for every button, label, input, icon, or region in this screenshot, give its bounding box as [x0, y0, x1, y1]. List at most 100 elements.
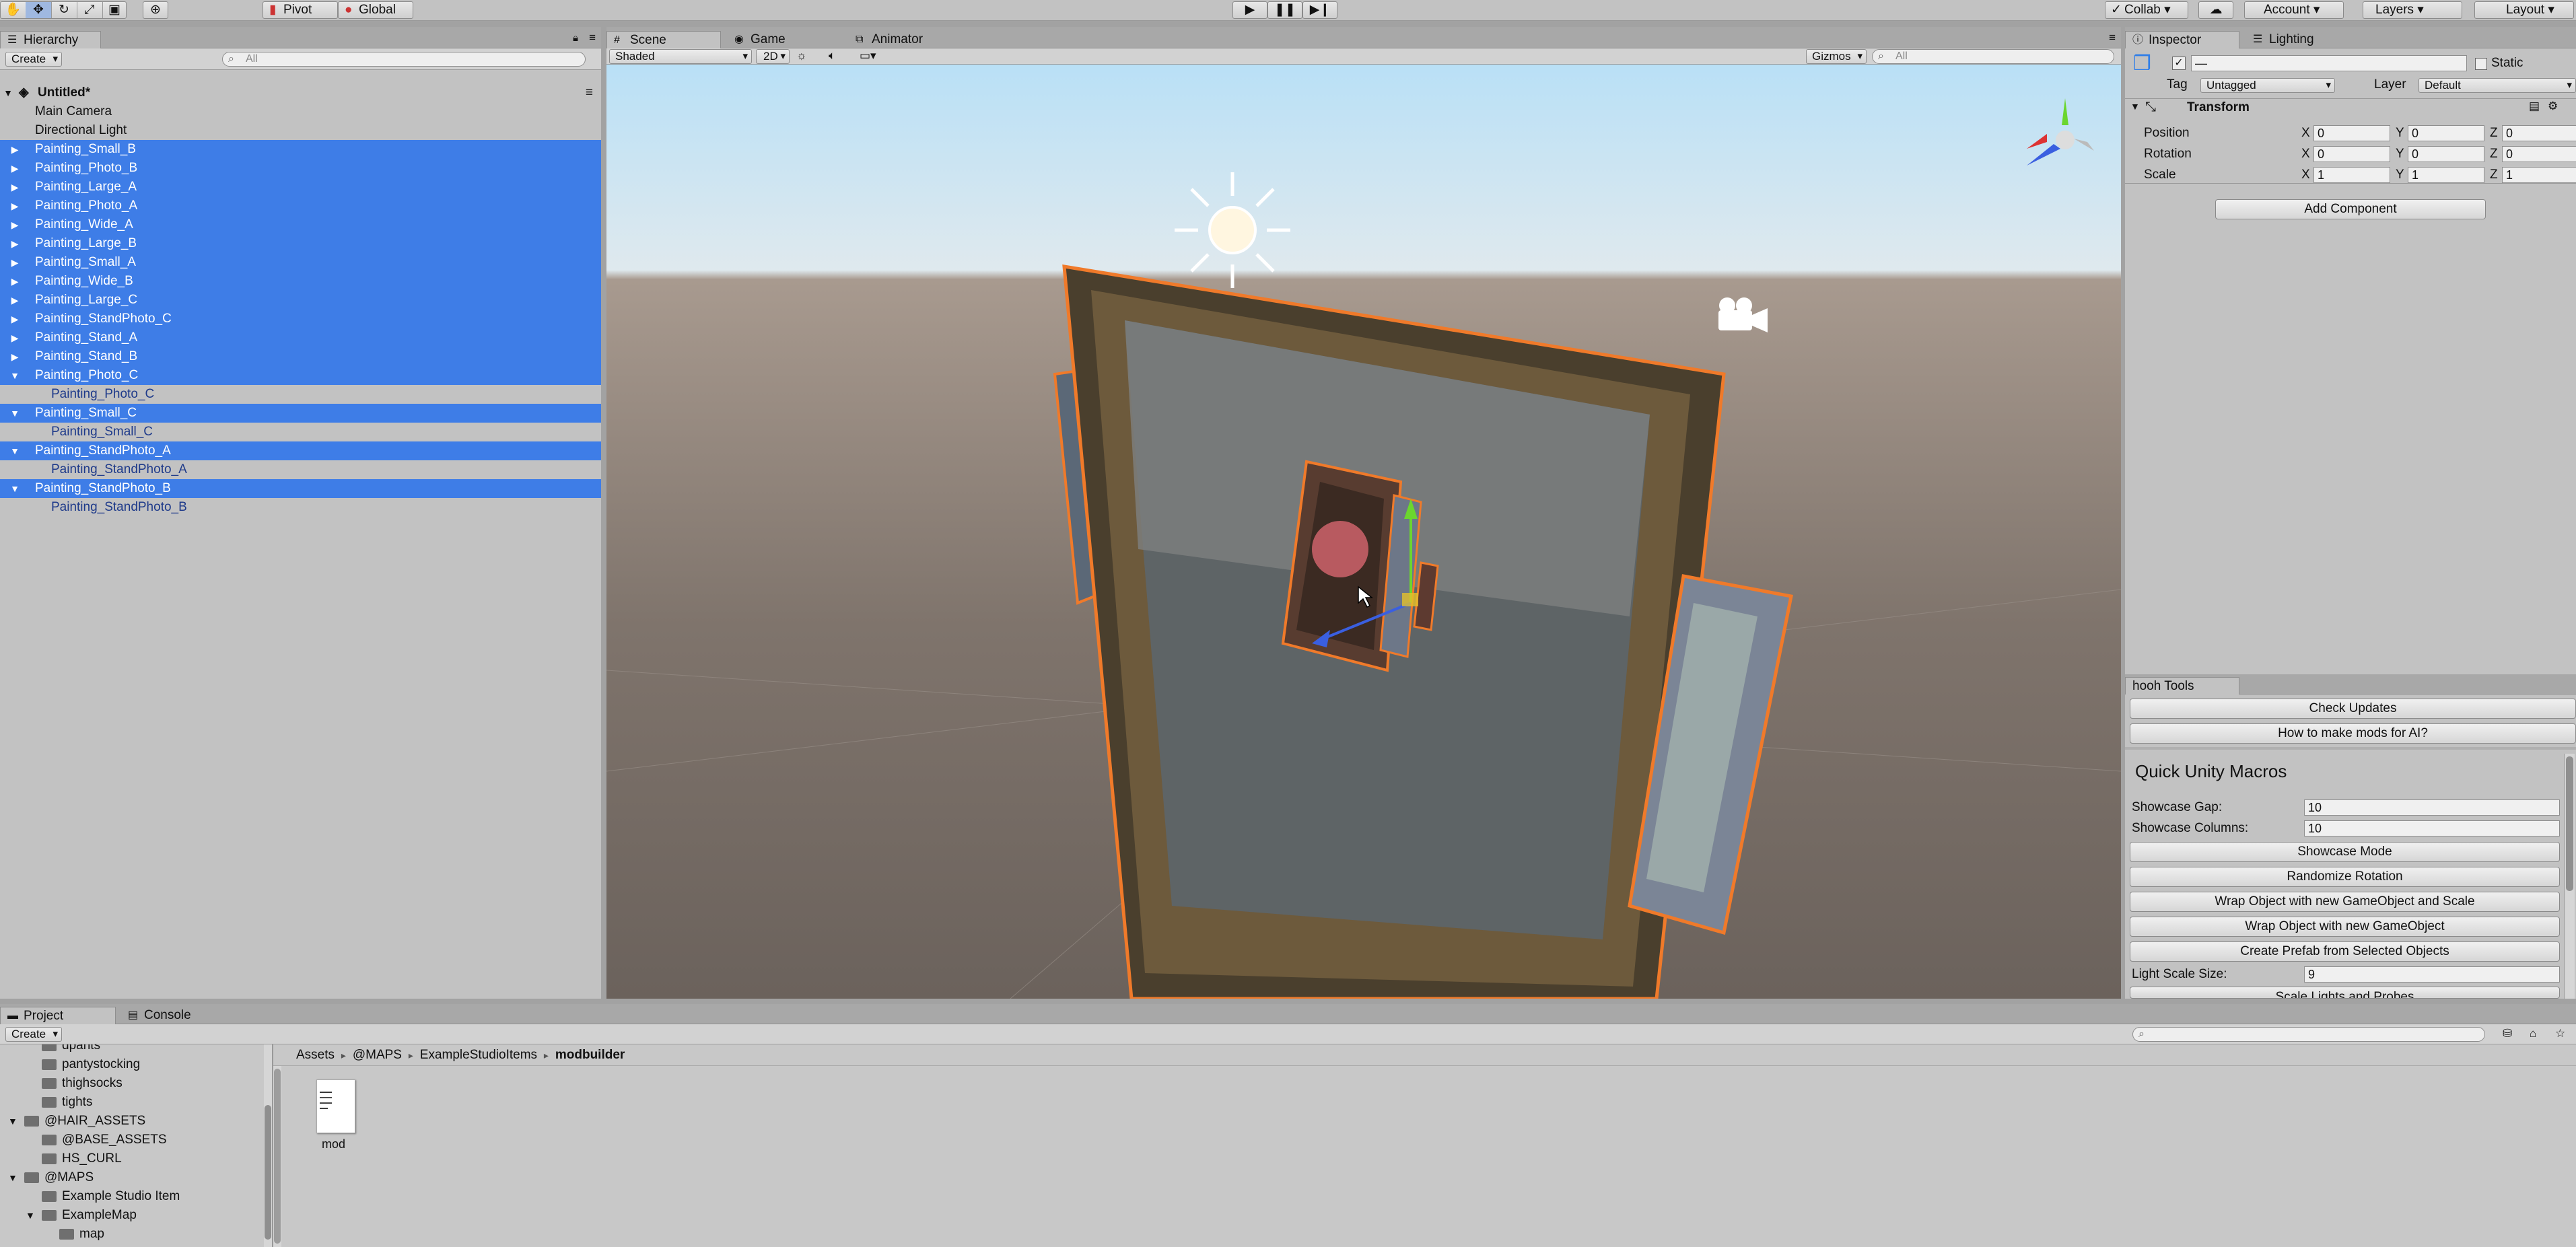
expand-arrow-icon[interactable]: ▶ — [8, 253, 22, 272]
collab-dropdown[interactable]: ✓ Collab ▾ — [2105, 1, 2188, 19]
scale-y-input[interactable]: 1 — [2408, 167, 2484, 183]
add-component-button[interactable]: Add Component — [2215, 199, 2486, 219]
expand-arrow-icon[interactable]: ▶ — [8, 140, 22, 159]
light-toggle-icon[interactable]: ☼ — [796, 49, 807, 63]
expand-arrow-icon[interactable]: ▶ — [8, 215, 22, 234]
hierarchy-child-row[interactable]: Painting_StandPhoto_A — [0, 460, 601, 479]
layer-dropdown[interactable]: Default — [2418, 78, 2576, 93]
static-checkbox[interactable] — [2475, 58, 2487, 70]
expand-arrow-icon[interactable]: ▼ — [8, 404, 22, 423]
gizmos-dropdown[interactable]: Gizmos — [1806, 49, 1867, 64]
gizmo-center[interactable] — [1402, 593, 1418, 606]
tab-hierarchy[interactable]: ☰ Hierarchy — [0, 31, 101, 48]
step-button[interactable]: ▶❙ — [1302, 1, 1337, 19]
scene-viewport[interactable] — [606, 65, 2121, 999]
tab-hooh-tools[interactable]: hooh Tools — [2125, 677, 2239, 694]
lock-icon[interactable]: 🔒︎ — [573, 32, 578, 44]
tab-animator[interactable]: ⧉ Animator — [849, 31, 983, 48]
project-create-dropdown[interactable]: Create — [5, 1027, 62, 1042]
pivot-toggle[interactable]: ▮ Pivot — [263, 1, 338, 19]
scene-menu-icon[interactable]: ≡ — [586, 83, 593, 102]
tab-lighting[interactable]: ☰ Lighting — [2246, 31, 2361, 48]
rotation-z-input[interactable]: 0 — [2502, 146, 2576, 162]
settings-icon[interactable]: ⚙ — [2548, 100, 2558, 113]
showcase-gap-input[interactable]: 10 — [2304, 799, 2560, 816]
wrap-scale-button[interactable]: Wrap Object with new GameObject and Scal… — [2130, 892, 2560, 912]
wrap-button[interactable]: Wrap Object with new GameObject — [2130, 917, 2560, 937]
assets-scrollbar-thumb[interactable] — [274, 1069, 281, 1244]
collapse-arrow-icon[interactable]: ▼ — [2130, 101, 2140, 112]
hierarchy-row[interactable]: Directional Light — [0, 121, 601, 140]
expand-arrow-icon[interactable]: ▼ — [8, 1168, 18, 1187]
filter-type-icon[interactable]: ⛁ — [2503, 1027, 2512, 1040]
tab-inspector[interactable]: ⓘ Inspector — [2125, 31, 2239, 48]
hierarchy-row[interactable]: ▶ Painting_Photo_A — [0, 197, 601, 215]
scale-x-input[interactable]: 1 — [2313, 167, 2390, 183]
hierarchy-row[interactable]: ▶ Painting_Wide_A — [0, 215, 601, 234]
play-button[interactable]: ▶ — [1232, 1, 1267, 19]
showcase-mode-button[interactable]: Showcase Mode — [2130, 842, 2560, 862]
hierarchy-child-row[interactable]: Painting_StandPhoto_B — [0, 498, 601, 517]
expand-arrow-icon[interactable]: ▼ — [1, 83, 15, 102]
hierarchy-row[interactable]: ▶ Painting_Stand_A — [0, 328, 601, 347]
orientation-gizmo[interactable] — [2027, 98, 2094, 166]
scene-search-input[interactable]: ⌕ All — [1872, 49, 2114, 64]
folder-tree-item[interactable]: ▼ @MAPS — [8, 1168, 94, 1187]
hierarchy-child-row[interactable]: Painting_Photo_C — [0, 385, 601, 404]
folder-tree-item[interactable]: HS_CURL — [42, 1149, 122, 1168]
scale-z-input[interactable]: 1 — [2502, 167, 2576, 183]
expand-arrow-icon[interactable]: ▶ — [8, 328, 22, 347]
hierarchy-row[interactable]: ▶ Painting_Large_C — [0, 291, 601, 310]
effects-dropdown-icon[interactable]: ▭▾ — [860, 49, 876, 63]
hierarchy-search-input[interactable]: ⌕ All — [222, 52, 586, 67]
showcase-columns-input[interactable]: 10 — [2304, 820, 2560, 836]
position-z-input[interactable]: 0 — [2502, 125, 2576, 141]
tab-console[interactable]: ▤ Console — [121, 1007, 236, 1024]
tab-project[interactable]: ▬ Project — [0, 1007, 116, 1024]
expand-arrow-icon[interactable]: ▶ — [8, 178, 22, 197]
folder-tree-item[interactable]: tights — [42, 1093, 92, 1112]
expand-arrow-icon[interactable]: ▶ — [8, 347, 22, 366]
2d-toggle[interactable]: 2D — [756, 49, 790, 64]
hierarchy-row[interactable]: ▶ Painting_Stand_B — [0, 347, 601, 366]
hierarchy-row[interactable]: ▶ Painting_Small_B — [0, 140, 601, 159]
cloud-icon[interactable]: ☁ — [2198, 1, 2233, 19]
project-search-input[interactable]: ⌕ — [2132, 1027, 2485, 1042]
object-name-input[interactable]: — — [2191, 55, 2467, 71]
expand-arrow-icon[interactable]: ▶ — [8, 272, 22, 291]
expand-arrow-icon[interactable]: ▼ — [8, 366, 22, 385]
reference-icon[interactable]: ▤ — [2529, 100, 2540, 113]
expand-arrow-icon[interactable]: ▼ — [8, 479, 22, 498]
hierarchy-row[interactable]: ▶ Painting_Large_B — [0, 234, 601, 253]
how-to-mods-button[interactable]: How to make mods for AI? — [2130, 723, 2576, 744]
layout-dropdown[interactable]: Layout ▾ — [2474, 1, 2574, 19]
breadcrumb-item[interactable]: ExampleStudioItems — [420, 1048, 537, 1062]
folder-tree-item[interactable]: dpants — [42, 1044, 100, 1055]
account-dropdown[interactable]: Account ▾ — [2244, 1, 2344, 19]
folder-tree-item[interactable]: ▼ ExampleMap — [26, 1206, 137, 1225]
asset-name[interactable]: mod — [322, 1137, 345, 1151]
position-y-input[interactable]: 0 — [2408, 125, 2484, 141]
scene-root-row[interactable]: ▼ ◈ Untitled* ≡ — [0, 83, 601, 102]
global-toggle[interactable]: ● Global — [338, 1, 413, 19]
rotate-tool-icon[interactable]: ↻ — [51, 2, 77, 18]
layers-dropdown[interactable]: Layers ▾ — [2363, 1, 2462, 19]
tab-scene[interactable]: # Scene — [606, 31, 721, 48]
position-x-input[interactable]: 0 — [2313, 125, 2390, 141]
pause-button[interactable]: ❚❚ — [1267, 1, 1302, 19]
hooh-scrollbar-thumb[interactable] — [2566, 756, 2573, 891]
asset-document-icon[interactable]: ▬▬▬ ▬▬▬ ▬▬▬ ▬▬ — [316, 1079, 355, 1133]
expand-arrow-icon[interactable]: ▶ — [8, 291, 22, 310]
hierarchy-row[interactable]: ▼ Painting_StandPhoto_B — [0, 479, 601, 498]
folder-tree-item[interactable]: @BASE_ASSETS — [42, 1131, 167, 1149]
folder-tree-item[interactable]: map — [59, 1225, 104, 1244]
tree-scrollbar-thumb[interactable] — [265, 1105, 271, 1240]
create-prefab-button[interactable]: Create Prefab from Selected Objects — [2130, 941, 2560, 962]
randomize-rotation-button[interactable]: Randomize Rotation — [2130, 867, 2560, 887]
tag-dropdown[interactable]: Untagged — [2200, 78, 2335, 93]
hierarchy-row[interactable]: ▶ Painting_Small_A — [0, 253, 601, 272]
active-checkbox[interactable]: ✓ — [2172, 57, 2186, 70]
expand-arrow-icon[interactable]: ▶ — [8, 234, 22, 253]
hooh-scrollbar[interactable] — [2564, 754, 2575, 999]
shading-dropdown[interactable]: Shaded — [609, 49, 752, 64]
